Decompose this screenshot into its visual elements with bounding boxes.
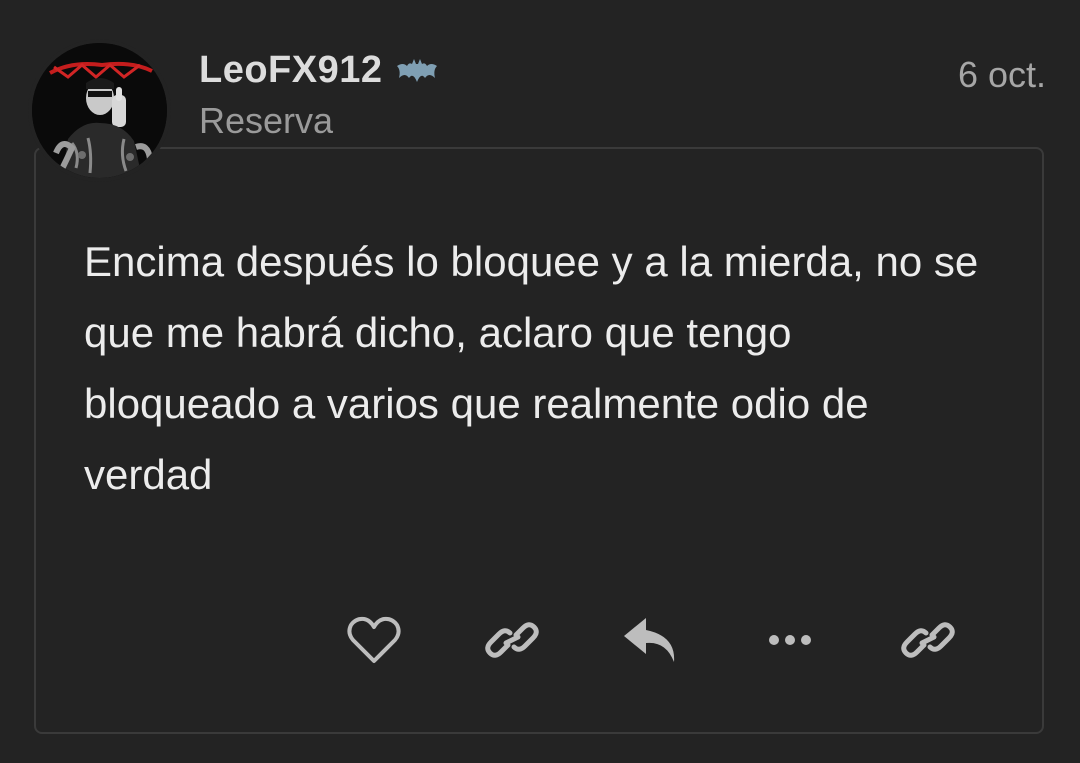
heart-icon: [347, 616, 401, 663]
post-actions: [0, 612, 1080, 668]
link-icon: [901, 622, 955, 658]
avatar-image: [32, 43, 167, 178]
link-icon: [485, 622, 539, 658]
share-link-button[interactable]: [898, 612, 958, 668]
reply-icon: [624, 618, 675, 662]
like-button[interactable]: [344, 612, 404, 668]
bat-icon: [395, 56, 439, 84]
post-date[interactable]: 6 oct.: [958, 54, 1046, 96]
more-button[interactable]: [760, 612, 820, 668]
reply-button[interactable]: [622, 612, 682, 668]
post-body: Encima después lo bloquee y a la mierda,…: [84, 238, 979, 498]
username[interactable]: LeoFX912: [199, 49, 383, 92]
author-row: LeoFX912: [199, 46, 439, 94]
author-subtitle: Reserva: [199, 100, 334, 141]
ellipsis-icon: [769, 635, 811, 645]
copy-link-button[interactable]: [482, 612, 542, 668]
avatar[interactable]: [32, 43, 167, 178]
